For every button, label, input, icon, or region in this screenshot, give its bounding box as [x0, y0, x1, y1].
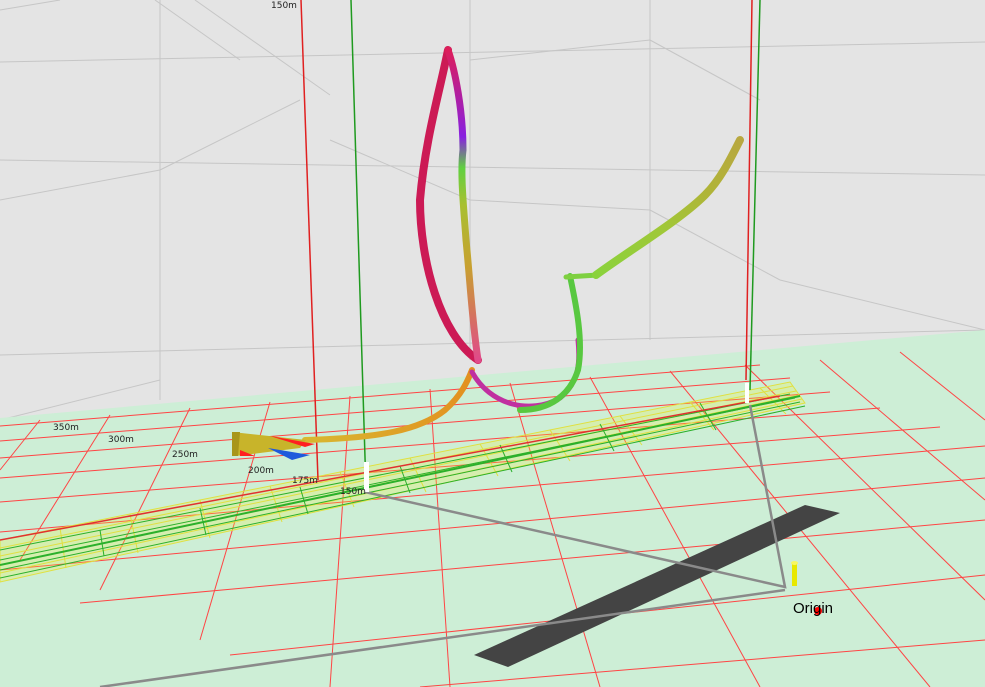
distance-label-300: 300m [108, 435, 134, 445]
origin-label: Origin [793, 600, 833, 617]
distance-label-200: 200m [248, 466, 274, 476]
distance-label-250: 250m [172, 450, 198, 460]
flight-3d-view[interactable]: 150m 150m 175m 200m 250m 300m 350m Origi… [0, 0, 985, 687]
pole-marker-far [745, 383, 749, 403]
altitude-label-top: 150m [271, 1, 297, 11]
distance-label-175: 175m [292, 476, 318, 486]
distance-label-350: 350m [53, 423, 79, 433]
distance-label-150: 150m [340, 487, 366, 497]
